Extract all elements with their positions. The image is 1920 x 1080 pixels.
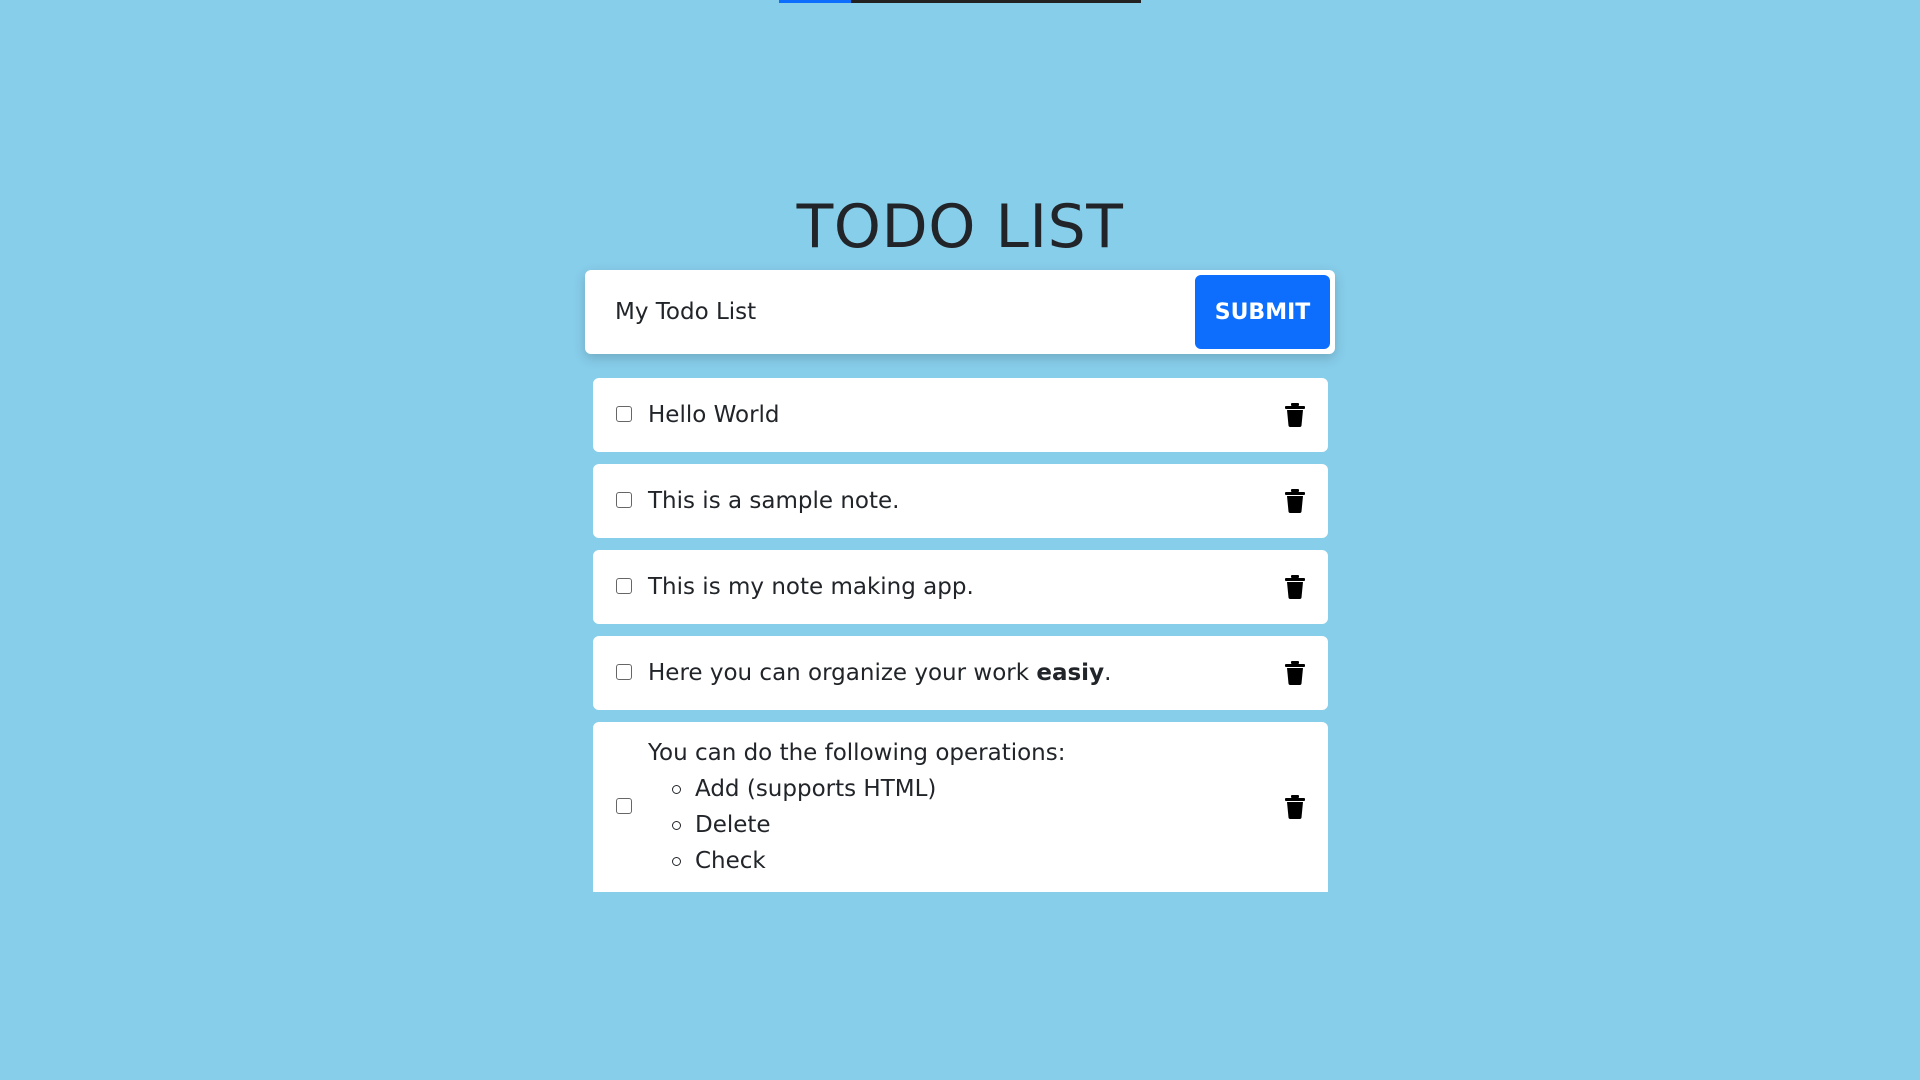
trash-icon[interactable] bbox=[1285, 661, 1305, 685]
todo-text: Hello World bbox=[648, 402, 780, 428]
todo-checkbox[interactable] bbox=[616, 798, 632, 814]
submit-button[interactable]: SUBMIT bbox=[1195, 275, 1330, 349]
todo-text: Here you can organize your work easiy. bbox=[648, 655, 1111, 691]
operation-item: Check bbox=[670, 843, 1066, 879]
operations-list: Add (supports HTML) Delete Check bbox=[648, 771, 1066, 879]
todo-checkbox[interactable] bbox=[616, 664, 632, 680]
page: TODO LIST SUBMIT Hello World This is a s… bbox=[0, 0, 1920, 1080]
trash-icon[interactable] bbox=[1285, 575, 1305, 599]
todo-text: This is a sample note. bbox=[648, 488, 900, 514]
todo-checkbox[interactable] bbox=[616, 492, 632, 508]
todo-item: This is my note making app. bbox=[593, 550, 1328, 624]
todo-item: This is a sample note. bbox=[593, 464, 1328, 538]
todo-item: You can do the following operations: Add… bbox=[593, 722, 1328, 892]
top-progress-bar bbox=[779, 0, 1141, 3]
trash-icon[interactable] bbox=[1285, 795, 1305, 819]
todo-item: Here you can organize your work easiy. bbox=[593, 636, 1328, 710]
trash-icon[interactable] bbox=[1285, 403, 1305, 427]
todo-checkbox[interactable] bbox=[616, 406, 632, 422]
todo-text: You can do the following operations: Add… bbox=[648, 735, 1066, 879]
todo-list: Hello World This is a sample note. This … bbox=[593, 378, 1328, 892]
trash-icon[interactable] bbox=[1285, 489, 1305, 513]
todo-item: Hello World bbox=[593, 378, 1328, 452]
todo-text-part: Here you can organize your work bbox=[648, 660, 1037, 686]
operations-intro: You can do the following operations: bbox=[648, 740, 1066, 766]
todo-form: SUBMIT bbox=[585, 270, 1335, 354]
operation-item: Delete bbox=[670, 807, 1066, 843]
todo-text-bold: easiy bbox=[1036, 660, 1105, 686]
operation-item: Add (supports HTML) bbox=[670, 771, 1066, 807]
top-progress-fill bbox=[779, 0, 852, 3]
todo-input[interactable] bbox=[585, 270, 1185, 354]
todo-text-part: . bbox=[1104, 660, 1112, 686]
page-title: TODO LIST bbox=[796, 192, 1124, 262]
todo-checkbox[interactable] bbox=[616, 578, 632, 594]
todo-text: This is my note making app. bbox=[648, 574, 974, 600]
